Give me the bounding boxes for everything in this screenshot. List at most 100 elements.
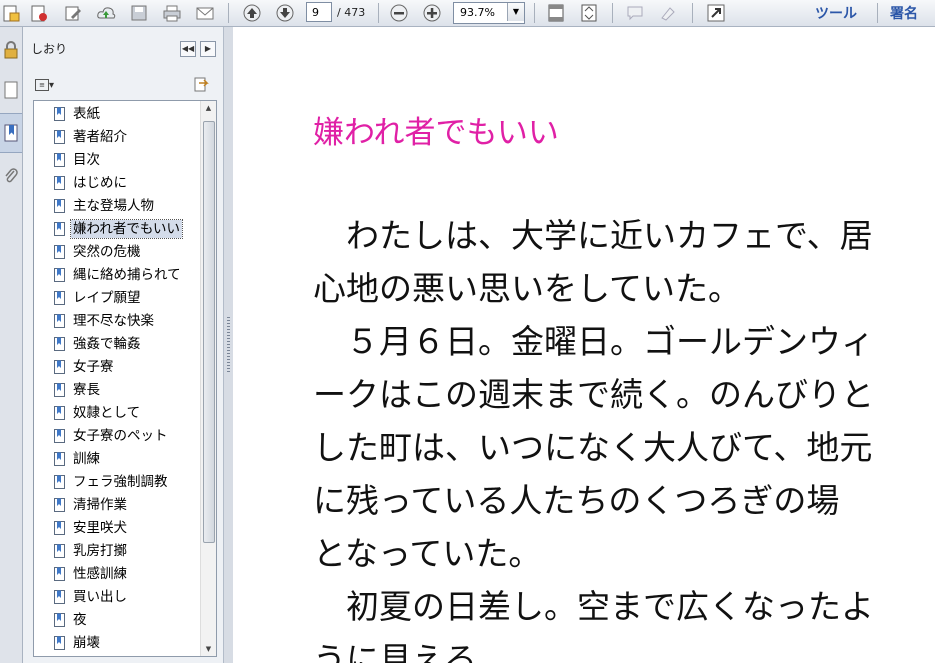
bookmark-icon [54, 291, 65, 305]
print-icon[interactable] [161, 2, 183, 24]
highlight-icon[interactable] [657, 2, 679, 24]
bookmark-icon [54, 452, 65, 466]
chapter-heading: 嫌われ者でもいい [313, 115, 559, 151]
body-text-line: わたしは、大学に近いカフェで、居 [313, 216, 873, 255]
bookmark-item[interactable]: 縄に絡め捕られて [54, 265, 183, 285]
zoom-in-icon[interactable] [421, 2, 443, 24]
bookmark-item[interactable]: 女子寮のペット [54, 426, 170, 446]
bookmark-label: レイプ願望 [73, 290, 141, 306]
bookmark-item[interactable]: 嫌われ者でもいい [54, 219, 184, 239]
bookmark-icon [54, 544, 65, 558]
bookmark-item[interactable]: 著者紹介 [54, 127, 129, 147]
bookmark-options-button[interactable]: ≡ ▾ [35, 79, 54, 91]
bookmark-icon [54, 521, 65, 535]
bookmark-item[interactable]: 夜 [54, 610, 89, 630]
bookmark-item[interactable]: 買い出し [54, 587, 129, 607]
body-text-line: ークはこの週末まで続く。のんびりと [313, 375, 874, 414]
body-text-line: 心地の悪い思いをしていた。 [313, 269, 742, 308]
bookmark-item[interactable]: 乳房打擲 [54, 541, 129, 561]
panel-menu-button[interactable]: ▶ [200, 41, 216, 57]
bookmark-item[interactable]: 主な登場人物 [54, 196, 156, 216]
scroll-thumb[interactable] [203, 121, 215, 543]
bookmark-icon [54, 176, 65, 190]
bookmark-item[interactable]: 清掃作業 [54, 495, 129, 515]
pages-icon[interactable] [0, 71, 22, 109]
zoom-out-icon[interactable] [388, 2, 410, 24]
fit-page-icon[interactable] [545, 2, 567, 24]
attachment-icon[interactable] [0, 157, 22, 195]
bookmark-icon [54, 636, 65, 650]
email-icon[interactable] [194, 2, 216, 24]
bookmark-icon [54, 475, 65, 489]
edit-icon[interactable] [62, 2, 84, 24]
expand-icon[interactable] [705, 2, 727, 24]
bookmark-icon [54, 498, 65, 512]
bookmark-item[interactable]: 目次 [54, 150, 102, 170]
bookmark-item[interactable]: 強姦で輪姦 [54, 334, 143, 354]
bookmark-item[interactable]: 寮長 [54, 380, 102, 400]
bookmark-label: 訓練 [73, 451, 100, 467]
bookmark-label: フェラ強制調教 [73, 474, 168, 490]
bookmark-label: 買い出し [73, 589, 127, 605]
bookmark-icon [54, 130, 65, 144]
bookmark-item[interactable]: 表紙 [54, 104, 102, 124]
bookmark-icon [54, 406, 65, 420]
bookmark-icon [54, 268, 65, 282]
bookmark-label: 理不尽な快楽 [73, 313, 154, 329]
bookmark-item[interactable]: 性感訓練 [54, 564, 129, 584]
bookmarks-panel: しおり ◀◀ ▶ ≡ ▾ ▲ ▼ 表紙著者紹介目次はじめに主な登場人物嫌われ者でも… [23, 27, 223, 663]
comment-icon[interactable] [624, 2, 646, 24]
tools-link[interactable]: ツール [815, 3, 857, 23]
panel-title: しおり [31, 42, 68, 56]
bookmark-label: 性感訓練 [73, 566, 127, 582]
bookmark-label: 強姦で輪姦 [73, 336, 141, 352]
bookmark-item[interactable]: 訓練 [54, 449, 102, 469]
page-number-input[interactable]: 9 [306, 2, 332, 22]
bookmark-icon [54, 199, 65, 213]
bookmark-tree[interactable]: ▲ ▼ 表紙著者紹介目次はじめに主な登場人物嫌われ者でもいい突然の危機縄に絡め捕… [33, 100, 217, 657]
scroll-up-icon[interactable]: ▲ [201, 101, 216, 115]
body-text-line: に残っている人たちのくつろぎの場 [313, 481, 840, 520]
bookmark-icon [54, 613, 65, 627]
bookmark-label: 女子寮 [73, 359, 114, 375]
cloud-upload-icon[interactable] [95, 2, 117, 24]
bookmark-item[interactable]: 理不尽な快楽 [54, 311, 156, 331]
bookmark-label: 乳房打擲 [73, 543, 127, 559]
bookmark-item[interactable]: はじめに [54, 173, 129, 193]
next-page-icon[interactable] [274, 2, 296, 24]
body-text-line: ５月６日。金曜日。ゴールデンウィ [313, 322, 874, 361]
bookmark-icon [54, 567, 65, 581]
bookmark-item[interactable]: 女子寮 [54, 357, 116, 377]
bookmark-item[interactable]: 突然の危機 [54, 242, 143, 262]
fit-width-icon[interactable] [578, 2, 600, 24]
bookmark-label: はじめに [73, 175, 127, 191]
bookmark-item[interactable]: レイプ願望 [54, 288, 143, 308]
save-icon[interactable] [128, 2, 150, 24]
body-text-line: うに見える。 [313, 640, 511, 663]
bookmark-icon [54, 222, 65, 236]
create-pdf-icon[interactable] [0, 2, 22, 24]
toolbar: 9 / 473 93.7% ▼ ツール 署名 [0, 0, 935, 27]
navigation-strip [0, 27, 23, 663]
body-text-line: となっていた。 [313, 534, 542, 573]
lock-icon[interactable] [0, 31, 22, 69]
scroll-down-icon[interactable]: ▼ [201, 642, 216, 656]
convert-icon[interactable] [28, 2, 50, 24]
find-bookmark-icon[interactable] [193, 76, 209, 92]
bookmarks-icon[interactable] [0, 113, 22, 153]
bookmark-item[interactable]: 安里咲犬 [54, 518, 129, 538]
previous-page-icon[interactable] [241, 2, 263, 24]
bookmark-label: 嫌われ者でもいい [69, 219, 184, 239]
bookmark-item[interactable]: 奴隷として [54, 403, 142, 423]
bookmark-icon [54, 153, 65, 167]
sign-link[interactable]: 署名 [890, 3, 918, 23]
bookmark-scrollbar[interactable]: ▲ ▼ [200, 101, 216, 656]
bookmark-item[interactable]: 崩壊 [54, 633, 102, 653]
bookmark-label: 奴隷として [73, 405, 141, 421]
bookmark-item[interactable]: フェラ強制調教 [54, 472, 170, 492]
bookmark-icon [54, 429, 65, 443]
zoom-select[interactable]: 93.7% ▼ [453, 2, 525, 24]
zoom-value: 93.7% [460, 6, 495, 19]
collapse-panel-button[interactable]: ◀◀ [180, 41, 196, 57]
chevron-down-icon[interactable]: ▼ [507, 3, 524, 21]
